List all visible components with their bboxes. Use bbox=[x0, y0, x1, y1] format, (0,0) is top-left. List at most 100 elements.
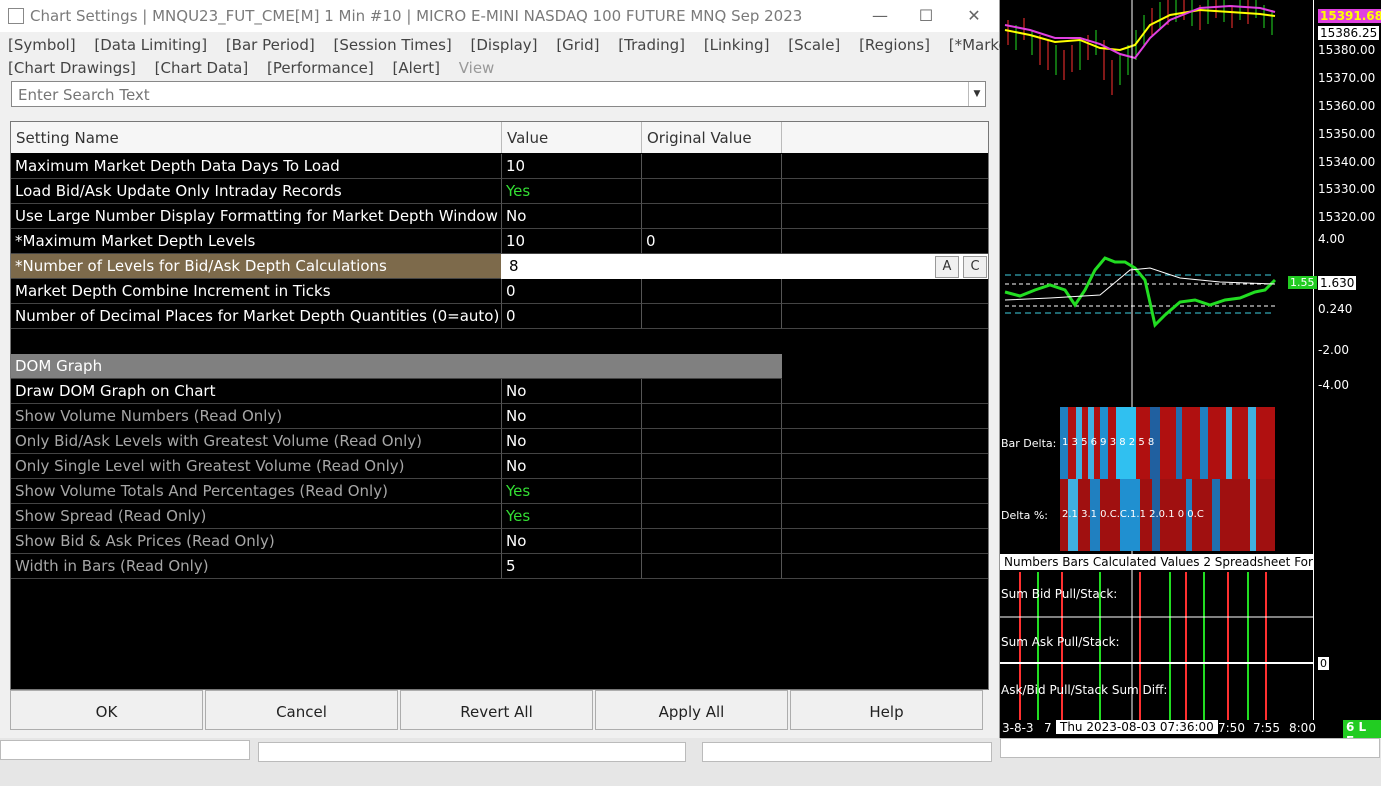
tab-symbol[interactable]: [Symbol] bbox=[8, 36, 76, 54]
value-edit-field[interactable]: 8 A C bbox=[501, 254, 988, 279]
table-row[interactable]: Market Depth Combine Increment in Ticks … bbox=[11, 279, 988, 304]
column-header-value[interactable]: Value bbox=[502, 122, 642, 153]
table-row[interactable]: Width in Bars (Read Only) 5 bbox=[11, 554, 988, 579]
zero-level-label: 0 bbox=[1318, 657, 1329, 670]
settings-tabs-row1: [Symbol] [Data Limiting] [Bar Period] [S… bbox=[8, 36, 1084, 54]
grid-header: Setting Name Value Original Value bbox=[11, 122, 988, 153]
sum-diff-label: Ask/Bid Pull/Stack Sum Diff: bbox=[1001, 683, 1168, 697]
price-tick-current: 15386.25 bbox=[1318, 26, 1380, 40]
tab-linking[interactable]: [Linking] bbox=[704, 36, 770, 54]
price-candles bbox=[1007, 0, 1273, 95]
title-bar: Chart Settings | MNQU23_FUT_CME[M] 1 Min… bbox=[0, 0, 999, 32]
table-row[interactable]: Maximum Market Depth Data Days To Load 1… bbox=[11, 154, 988, 179]
window-title: Chart Settings | MNQU23_FUT_CME[M] 1 Min… bbox=[30, 7, 803, 25]
table-row[interactable]: Draw DOM Graph on Chart No bbox=[11, 379, 988, 404]
tab-trading[interactable]: [Trading] bbox=[618, 36, 685, 54]
osc-tick: 4.00 bbox=[1318, 232, 1345, 246]
price-tick-last: 15391.68 bbox=[1318, 9, 1381, 23]
bar-delta-values: 1 3 5 6 9 3 8 2 5 8 bbox=[1062, 437, 1155, 448]
time-label: 7 bbox=[1044, 721, 1052, 735]
tab-bar-period[interactable]: [Bar Period] bbox=[226, 36, 315, 54]
tab-chart-drawings[interactable]: [Chart Drawings] bbox=[8, 59, 136, 77]
moving-average-magenta bbox=[1004, 4, 1276, 60]
minimize-button[interactable]: — bbox=[860, 4, 900, 28]
app-icon bbox=[8, 8, 24, 24]
horizontal-scrollbar[interactable] bbox=[702, 742, 992, 762]
tab-alert[interactable]: [Alert] bbox=[393, 59, 440, 77]
ok-button[interactable]: OK bbox=[10, 690, 203, 730]
search-input[interactable] bbox=[16, 84, 960, 105]
close-button[interactable]: ✕ bbox=[954, 4, 994, 28]
value-edit-text[interactable]: 8 bbox=[509, 254, 519, 279]
table-row[interactable]: Show Volume Numbers (Read Only) No bbox=[11, 404, 988, 429]
apply-all-button[interactable]: Apply All bbox=[595, 690, 788, 730]
time-label: 7:55 bbox=[1253, 721, 1280, 735]
table-row[interactable]: Only Single Level with Greatest Volume (… bbox=[11, 454, 988, 479]
section-header-dom-graph: DOM Graph bbox=[11, 354, 988, 379]
bar-delta-heatmap bbox=[1060, 407, 1275, 551]
chart-settings-dialog: Chart Settings | MNQU23_FUT_CME[M] 1 Min… bbox=[0, 0, 1070, 738]
horizontal-scrollbar[interactable] bbox=[1000, 738, 1380, 758]
tab-scale[interactable]: [Scale] bbox=[788, 36, 840, 54]
help-button[interactable]: Help bbox=[790, 690, 983, 730]
tab-session-times[interactable]: [Session Times] bbox=[334, 36, 452, 54]
table-row[interactable]: Show Bid & Ask Prices (Read Only) No bbox=[11, 529, 988, 554]
delta-pct-values: 2.1 3.1 0.C.C.1.1 2.0.1 0 0.C bbox=[1062, 509, 1204, 520]
price-tick: 15360.00 bbox=[1318, 99, 1376, 113]
dialog-button-bar: OK Cancel Revert All Apply All Help bbox=[10, 690, 985, 730]
tab-display[interactable]: [Display] bbox=[471, 36, 538, 54]
horizontal-scrollbar[interactable] bbox=[0, 740, 250, 760]
price-tick: 15370.00 bbox=[1318, 71, 1376, 85]
table-row-selected[interactable]: *Number of Levels for Bid/Ask Depth Calc… bbox=[11, 254, 988, 279]
oscillator-green bbox=[1004, 256, 1277, 328]
edit-a-button[interactable]: A bbox=[935, 256, 959, 278]
osc-tick: -4.00 bbox=[1318, 378, 1350, 392]
tab-data-limiting[interactable]: [Data Limiting] bbox=[94, 36, 207, 54]
osc-tick: -2.00 bbox=[1318, 343, 1350, 357]
table-row[interactable]: Number of Decimal Places for Market Dept… bbox=[11, 304, 988, 329]
edit-c-button[interactable]: C bbox=[963, 256, 987, 278]
revert-all-button[interactable]: Revert All bbox=[400, 690, 593, 730]
price-tick: 15380.00 bbox=[1318, 43, 1376, 57]
price-tick: 15340.00 bbox=[1318, 155, 1376, 169]
maximize-button[interactable]: ☐ bbox=[906, 4, 946, 28]
delta-pct-label: Delta %: bbox=[1001, 509, 1049, 522]
table-row[interactable]: Use Large Number Display Formatting for … bbox=[11, 204, 988, 229]
chart-tab-strip[interactable]: Numbers Bars Calculated Values 2 Spreads… bbox=[1000, 554, 1313, 570]
table-row[interactable]: Only Bid/Ask Levels with Greatest Volume… bbox=[11, 429, 988, 454]
time-label: 8:00 bbox=[1289, 721, 1316, 735]
cancel-button[interactable]: Cancel bbox=[205, 690, 398, 730]
time-label: 7:50 bbox=[1218, 721, 1245, 735]
tab-view[interactable]: View bbox=[459, 59, 495, 77]
sum-bid-label: Sum Bid Pull/Stack: bbox=[1001, 587, 1118, 601]
search-box: ▼ bbox=[11, 81, 986, 107]
horizontal-scrollbar[interactable] bbox=[258, 742, 686, 762]
osc-tick-value: 1.630 bbox=[1318, 276, 1357, 290]
tab-chart-data[interactable]: [Chart Data] bbox=[155, 59, 249, 77]
chevron-down-icon[interactable]: ▼ bbox=[968, 82, 985, 106]
time-label: 3-8-3 bbox=[1002, 721, 1034, 735]
time-axis[interactable]: 3-8-3 7 Thu 2023-08-03 07:36:00 7:50 7:5… bbox=[1000, 720, 1381, 748]
tab-performance[interactable]: [Performance] bbox=[267, 59, 374, 77]
sum-ask-label: Sum Ask Pull/Stack: bbox=[1001, 635, 1120, 649]
column-header-blank bbox=[782, 122, 988, 153]
cursor-time-label: Thu 2023-08-03 07:36:00 bbox=[1056, 720, 1218, 734]
price-tick: 15320.00 bbox=[1318, 210, 1376, 224]
settings-tabs-row2: [Chart Drawings] [Chart Data] [Performan… bbox=[8, 59, 508, 77]
moving-average-yellow bbox=[1004, 8, 1276, 52]
tab-regions[interactable]: [Regions] bbox=[859, 36, 930, 54]
settings-grid: Setting Name Value Original Value Maximu… bbox=[10, 121, 989, 690]
table-row[interactable]: Load Bid/Ask Update Only Intraday Record… bbox=[11, 179, 988, 204]
tab-grid[interactable]: [Grid] bbox=[556, 36, 599, 54]
background-windows-strip bbox=[0, 738, 1381, 786]
price-tick: 15350.00 bbox=[1318, 127, 1376, 141]
column-header-setting-name[interactable]: Setting Name bbox=[11, 122, 502, 153]
table-row[interactable]: Show Spread (Read Only) Yes bbox=[11, 504, 988, 529]
price-tick: 15330.00 bbox=[1318, 182, 1376, 196]
table-row[interactable]: *Maximum Market Depth Levels 10 0 bbox=[11, 229, 988, 254]
osc-tick: 0.240 bbox=[1318, 302, 1353, 316]
column-header-original-value[interactable]: Original Value bbox=[642, 122, 782, 153]
bar-delta-label: Bar Delta: bbox=[1001, 437, 1057, 450]
osc-value-badge: 1.55 bbox=[1288, 276, 1317, 289]
table-row[interactable]: Show Volume Totals And Percentages (Read… bbox=[11, 479, 988, 504]
